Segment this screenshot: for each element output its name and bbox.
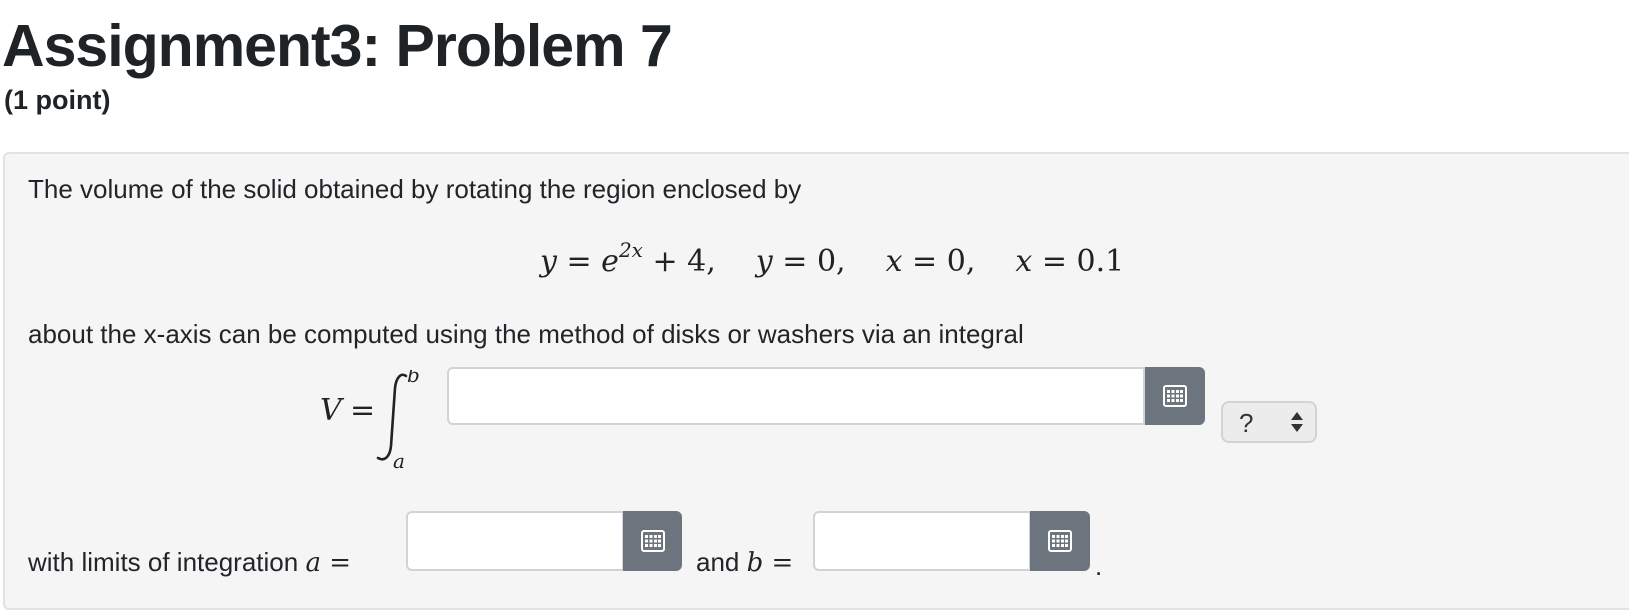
method-text: about the x-axis can be computed using t… (28, 319, 1024, 349)
lower-limit-answer-field[interactable] (406, 511, 624, 571)
integrand-input[interactable] (449, 369, 1143, 423)
limit-a-variable: a (305, 548, 321, 578)
up-down-arrows-icon (1291, 412, 1303, 432)
point-value: (1 point) (4, 85, 111, 115)
integral-equals: = (350, 393, 375, 428)
region-equations: y = e2x + 4, y = 0, x = 0, x = 0.1 (540, 240, 1124, 284)
equation-3: x = 0, (885, 244, 976, 279)
matrix-keyboard-icon (1048, 530, 1072, 552)
integral-lower-limit: a (393, 449, 405, 470)
lower-limit-input[interactable] (408, 513, 622, 569)
equation-2: y = 0, (755, 244, 846, 279)
select-value: ? (1239, 408, 1254, 438)
integral-upper-limit: b (407, 370, 420, 387)
integral-lhs: V (320, 393, 345, 428)
integrand-keyboard-button[interactable] (1145, 367, 1205, 425)
limits-period: . (1095, 551, 1103, 581)
matrix-keyboard-icon (1163, 385, 1187, 407)
limit-b-variable: b (746, 548, 764, 578)
upper-limit-answer-field[interactable] (813, 511, 1031, 571)
problem-intro: The volume of the solid obtained by rota… (28, 174, 802, 204)
integrand-answer-field[interactable] (447, 367, 1145, 425)
upper-limit-keyboard-button[interactable] (1030, 511, 1090, 571)
method-select-dropdown[interactable]: ? (1221, 401, 1317, 443)
limits-label: with limits of integration a = (28, 547, 352, 578)
lower-limit-keyboard-button[interactable] (623, 511, 682, 571)
integral-expression: V = b a (320, 370, 420, 470)
integral-sign-icon (376, 373, 408, 461)
matrix-keyboard-icon (640, 530, 665, 552)
page-title: Assignment3: Problem 7 (2, 13, 673, 79)
upper-limit-input[interactable] (815, 513, 1029, 569)
and-b-label: and b = (696, 547, 794, 578)
equation-1: y = e2x + 4, (540, 238, 716, 279)
equation-4: x = 0.1 (1015, 244, 1125, 279)
